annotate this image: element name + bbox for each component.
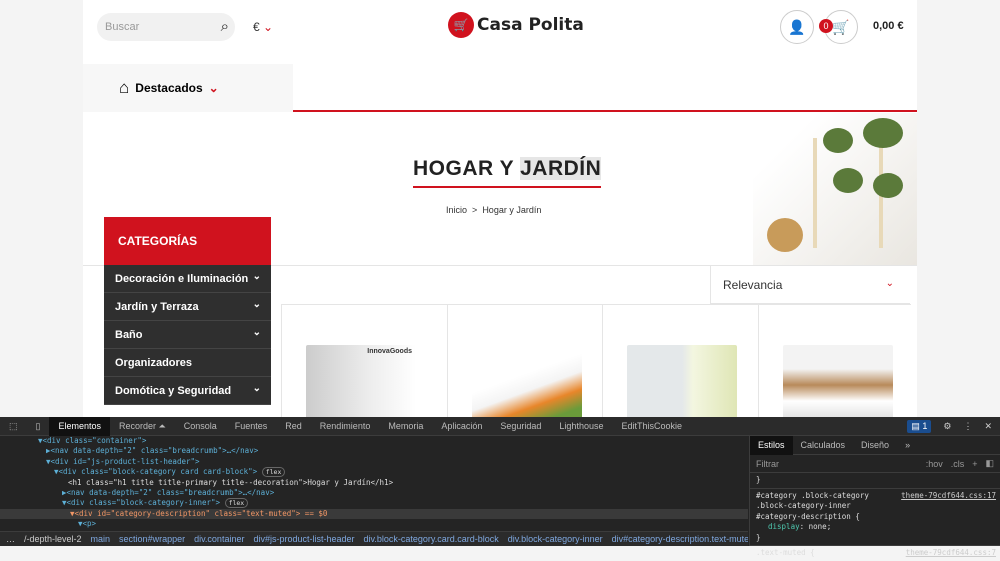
dom-node[interactable]: ▼<div id="js-product-list-header"> xyxy=(0,457,748,467)
currency-label: € xyxy=(253,20,260,34)
tab-computed[interactable]: Calculados xyxy=(793,436,854,455)
breadcrumb-current: Hogar y Jardín xyxy=(482,205,542,215)
search-icon[interactable]: ⌕ xyxy=(221,18,229,35)
tab-elements[interactable]: Elementos xyxy=(49,416,110,436)
hov-toggle[interactable]: :hov xyxy=(926,459,943,469)
dom-node[interactable]: ▼<div class="block-category-inner"> flex xyxy=(0,498,748,509)
crumb[interactable]: div#category-description.text-muted xyxy=(612,534,748,544)
close-icon[interactable]: ✕ xyxy=(984,421,992,432)
cart-total: 0,00 € xyxy=(873,20,904,32)
category-jardin[interactable]: Jardín y Terraza ⌄ xyxy=(104,293,271,321)
dom-node-selected[interactable]: ▼<div id="category-description" class="t… xyxy=(0,508,748,520)
dom-node[interactable]: ▶<nav data-depth="2" class="breadcrumb">… xyxy=(0,488,748,498)
issues-badge[interactable]: ▤ 1 xyxy=(907,420,932,433)
add-rule-icon[interactable]: + xyxy=(972,459,977,469)
crumb[interactable]: section#wrapper xyxy=(119,534,185,544)
css-source-link[interactable]: theme-79cdf644.css:7 xyxy=(906,548,996,559)
categories-title: CATEGORÍAS xyxy=(104,217,271,265)
category-bano[interactable]: Baño ⌄ xyxy=(104,321,271,349)
breadcrumb-home[interactable]: Inicio xyxy=(446,205,467,215)
tab-application[interactable]: Aplicación xyxy=(432,417,491,436)
dom-node[interactable]: ▶<nav data-depth="2" class="breadcrumb">… xyxy=(0,446,748,456)
logo-cart-icon: 🛒 xyxy=(448,12,474,38)
cart-count-badge: 0 xyxy=(819,19,833,33)
category-organizadores[interactable]: Organizadores xyxy=(104,349,271,377)
breadcrumb: Inicio > Hogar y Jardín xyxy=(446,205,542,215)
sidebar-toggle-icon[interactable]: ◧ xyxy=(985,458,994,469)
crumb[interactable]: /-depth-level-2 xyxy=(24,534,82,544)
chevron-down-icon: ⌄ xyxy=(252,327,261,338)
crumb[interactable]: … xyxy=(6,534,15,544)
tab-performance[interactable]: Rendimiento xyxy=(311,417,380,436)
styles-filter-input[interactable]: Filtrar xyxy=(756,459,918,469)
dom-node[interactable]: ▼<div class="block-category card card-bl… xyxy=(0,467,748,478)
product-card[interactable] xyxy=(758,305,914,417)
crumb[interactable]: div.container xyxy=(194,534,244,544)
dom-node[interactable]: ▼<div class="container"> xyxy=(0,436,748,446)
user-icon: 👤 xyxy=(788,18,806,35)
category-domotica[interactable]: Domótica y Seguridad ⌄ xyxy=(104,377,271,405)
css-rule[interactable]: theme-79cdf644.css:7 .text-muted { xyxy=(750,546,1000,561)
devtools-tabs: ⬚ ▯ Elementos Recorder ⏶ Consola Fuentes… xyxy=(0,416,1000,436)
nav-featured-label: Destacados xyxy=(135,81,203,95)
crumb[interactable]: div.block-category.card.card-block xyxy=(364,534,499,544)
main-nav: ⌂ Destacados ⌄ xyxy=(83,64,917,112)
banner-image xyxy=(753,113,917,265)
tab-security[interactable]: Seguridad xyxy=(491,417,550,436)
product-card[interactable] xyxy=(602,305,758,417)
product-card[interactable]: InnovaGoods xyxy=(281,305,437,417)
logo-text: Casa Polita xyxy=(477,15,584,35)
css-source-link[interactable]: theme-79cdf644.css:17 xyxy=(901,491,996,502)
inspect-icon[interactable]: ⬚ xyxy=(0,417,27,436)
tab-styles[interactable]: Estilos xyxy=(750,435,793,455)
dom-node[interactable]: ▼<p> xyxy=(0,519,748,529)
crumb[interactable]: div#js-product-list-header xyxy=(253,534,354,544)
chevron-down-icon: ⌄ xyxy=(252,383,261,394)
device-toggle-icon[interactable]: ▯ xyxy=(27,417,50,436)
tab-editthiscookie[interactable]: EditThisCookie xyxy=(612,417,691,436)
chevron-down-icon: ⌄ xyxy=(252,299,261,310)
nav-featured[interactable]: ⌂ Destacados ⌄ xyxy=(83,64,293,112)
logo[interactable]: 🛒 Casa Polita xyxy=(448,12,584,38)
chevron-down-icon: ⌄ xyxy=(252,271,261,282)
tab-sources[interactable]: Fuentes xyxy=(226,417,277,436)
cart-icon: 🛒 xyxy=(832,18,850,35)
tab-network[interactable]: Red xyxy=(276,417,311,436)
css-rule[interactable]: theme-79cdf644.css:17 #category .block-c… xyxy=(750,489,1000,546)
styles-pane: Estilos Calculados Diseño » Filtrar :hov.… xyxy=(749,435,1000,557)
dom-node[interactable]: <h1 class="h1 title title-primary title-… xyxy=(0,478,748,488)
account-button[interactable]: 👤 xyxy=(780,10,814,44)
product-card[interactable] xyxy=(447,305,603,417)
category-decoracion[interactable]: Decoración e Iluminación ⌄ xyxy=(104,265,271,293)
more-icon[interactable]: ⋮ xyxy=(963,421,972,432)
dom-tree: ▼<div class="container"> ▶<nav data-dept… xyxy=(0,436,748,530)
cls-toggle[interactable]: .cls xyxy=(951,459,965,469)
devtools-panel: ⬚ ▯ Elementos Recorder ⏶ Consola Fuentes… xyxy=(0,416,1000,557)
store-page: Buscar ⌕ € ⌄ 🛒 Casa Polita 👤 🛒 0 0,00 € ⌂ D… xyxy=(83,0,917,417)
chevron-down-icon: ⌄ xyxy=(885,278,894,289)
currency-selector[interactable]: € ⌄ xyxy=(253,20,273,34)
tab-layout[interactable]: Diseño xyxy=(853,436,897,455)
categories-sidebar: CATEGORÍAS Decoración e Iluminación ⌄ Jar… xyxy=(104,217,271,405)
tab-more[interactable]: » xyxy=(897,436,918,455)
dom-breadcrumbs: … /-depth-level-2 main section#wrapper d… xyxy=(0,531,748,546)
page-title: HOGAR Y JARDÍN xyxy=(413,157,602,188)
gear-icon[interactable]: ⚙ xyxy=(943,421,951,432)
crumb[interactable]: div.block-category-inner xyxy=(508,534,603,544)
tab-recorder[interactable]: Recorder ⏶ xyxy=(110,417,175,436)
chevron-down-icon: ⌄ xyxy=(208,81,219,95)
search-input[interactable]: Buscar ⌕ xyxy=(97,13,235,41)
tab-lighthouse[interactable]: Lighthouse xyxy=(550,417,612,436)
home-icon: ⌂ xyxy=(119,78,130,97)
search-placeholder: Buscar xyxy=(105,21,140,33)
sort-select[interactable]: Relevancia ⌄ xyxy=(710,266,910,304)
tab-console[interactable]: Consola xyxy=(175,417,226,436)
tab-memory[interactable]: Memoria xyxy=(379,417,432,436)
chevron-down-icon: ⌄ xyxy=(263,20,274,34)
crumb[interactable]: main xyxy=(91,534,111,544)
